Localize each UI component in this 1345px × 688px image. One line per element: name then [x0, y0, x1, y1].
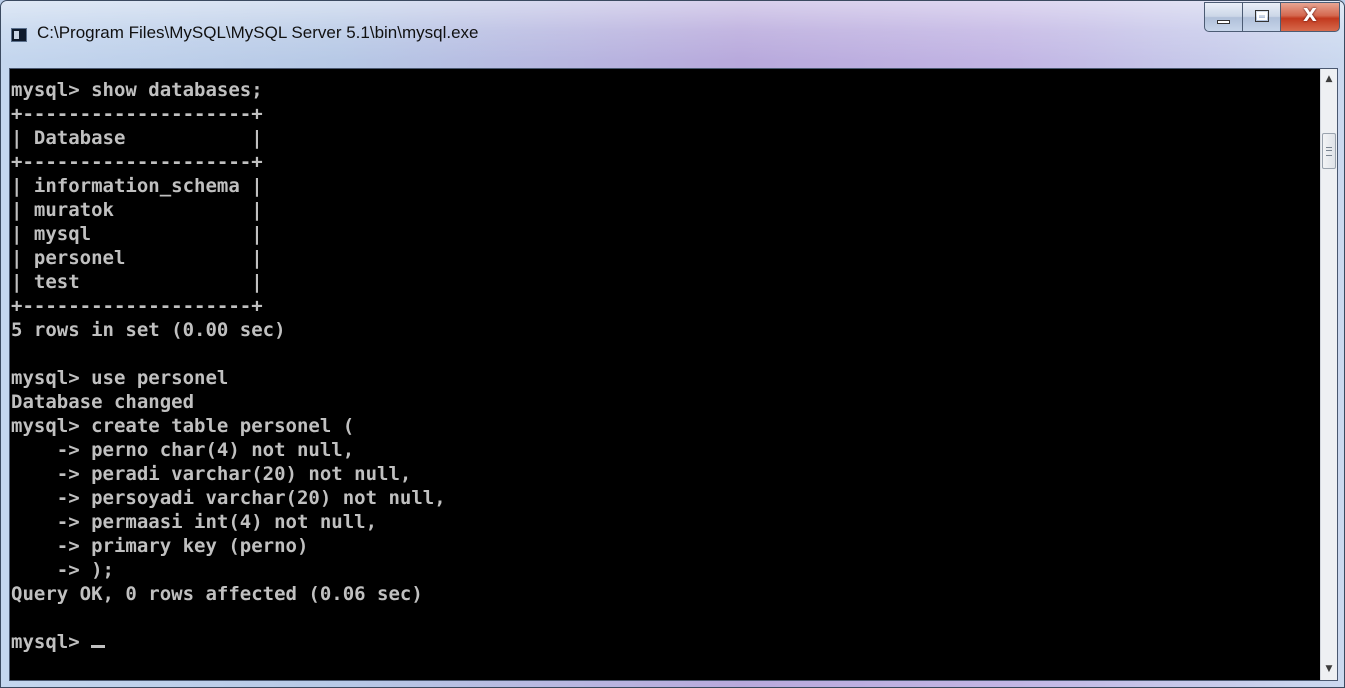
scroll-up-arrow-icon[interactable]: ▲	[1321, 71, 1337, 88]
console-client-area: mysql> show databases; +----------------…	[9, 68, 1338, 681]
console-line: | personel |	[11, 247, 263, 269]
maximize-button[interactable]	[1242, 2, 1280, 32]
title-bar[interactable]: C:\Program Files\MySQL\MySQL Server 5.1\…	[1, 1, 1344, 61]
caption-buttons: X	[1204, 2, 1340, 32]
console-line: | Database |	[11, 127, 263, 149]
text-cursor	[91, 645, 106, 648]
console-prompt: mysql>	[11, 631, 92, 653]
console-line: +--------------------+	[11, 103, 263, 125]
minimize-icon	[1217, 20, 1230, 24]
console-line: +--------------------+	[11, 151, 263, 173]
close-icon: X	[1303, 5, 1317, 26]
console-line: | muratok |	[11, 199, 263, 221]
console-line: Database changed	[11, 391, 195, 413]
console-output[interactable]: mysql> show databases; +----------------…	[10, 69, 1320, 680]
console-line: | test |	[11, 271, 263, 293]
console-app-icon[interactable]	[11, 28, 27, 42]
console-line: mysql> create table personel (	[11, 415, 355, 437]
scroll-down-arrow-icon[interactable]: ▼	[1321, 661, 1337, 678]
console-line: -> perno char(4) not null,	[11, 439, 355, 461]
console-line: mysql> use personel	[11, 367, 229, 389]
console-line: -> persoyadi varchar(20) not null,	[11, 487, 446, 509]
scroll-thumb[interactable]	[1322, 133, 1336, 169]
console-line: -> permaasi int(4) not null,	[11, 511, 378, 533]
console-window: C:\Program Files\MySQL\MySQL Server 5.1\…	[0, 0, 1345, 688]
console-prompt-line[interactable]: mysql>	[11, 630, 1320, 654]
console-line: 5 rows in set (0.00 sec)	[11, 319, 286, 341]
console-line: -> peradi varchar(20) not null,	[11, 463, 412, 485]
console-line: mysql> show databases;	[11, 79, 263, 101]
console-line: +--------------------+	[11, 295, 263, 317]
minimize-button[interactable]	[1204, 2, 1242, 32]
console-line: Query OK, 0 rows affected (0.06 sec)	[11, 583, 423, 605]
console-line: | information_schema |	[11, 175, 263, 197]
vertical-scrollbar[interactable]: ▲ ▼	[1320, 69, 1337, 680]
maximize-icon	[1255, 10, 1269, 22]
console-line: -> primary key (perno)	[11, 535, 309, 557]
close-button[interactable]: X	[1280, 2, 1340, 32]
window-title: C:\Program Files\MySQL\MySQL Server 5.1\…	[37, 23, 479, 42]
console-line: -> );	[11, 559, 114, 581]
grip-icon	[1326, 147, 1332, 156]
console-line: | mysql |	[11, 223, 263, 245]
